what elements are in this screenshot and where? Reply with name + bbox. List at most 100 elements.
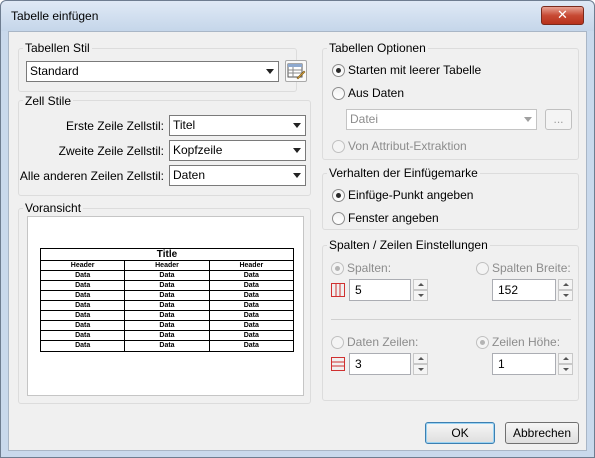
preview-data-cell: Data xyxy=(125,331,210,340)
preview-data-cell: Data xyxy=(125,311,210,320)
chevron-down-icon xyxy=(293,173,301,178)
preview-data-row: Data Data Data xyxy=(41,281,293,291)
spin-down-icon[interactable] xyxy=(413,364,428,375)
insertion-point-label[interactable]: Einfüge-Punkt angeben xyxy=(348,188,473,202)
spin-up-icon[interactable] xyxy=(558,279,573,290)
from-data-label[interactable]: Aus Daten xyxy=(348,86,404,100)
first-row-style-value: Titel xyxy=(173,118,196,132)
columns-value: 5 xyxy=(355,283,362,297)
preview-data-cell: Data xyxy=(41,341,126,351)
attribute-extraction-label[interactable]: Von Attribut-Extraktion xyxy=(348,139,467,153)
data-rows-radio[interactable] xyxy=(331,336,344,349)
insertion-behavior-group-label: Verhalten der Einfügemarke xyxy=(327,166,480,180)
data-rows-input[interactable]: 3 xyxy=(349,353,411,375)
spin-down-icon[interactable] xyxy=(413,290,428,301)
column-width-input[interactable]: 152 xyxy=(492,279,556,301)
column-width-label[interactable]: Spalten Breite: xyxy=(492,261,571,275)
preview-data-row: Data Data Data xyxy=(41,311,293,321)
column-width-radio[interactable] xyxy=(476,262,489,275)
other-rows-style-value: Daten xyxy=(173,168,206,182)
preview-data-row: Data Data Data xyxy=(41,321,293,331)
row-height-input[interactable]: 1 xyxy=(492,353,556,375)
cancel-button-label: Abbrechen xyxy=(512,426,572,440)
attribute-extraction-radio[interactable] xyxy=(332,140,345,153)
preview-data-cell: Data xyxy=(125,321,210,330)
preview-data-row: Data Data Data xyxy=(41,271,293,281)
table-options-group-label: Tabellen Optionen xyxy=(327,41,428,55)
spin-down-icon[interactable] xyxy=(558,364,573,375)
table-style-group-label: Tabellen Stil xyxy=(23,41,92,55)
data-file-combo[interactable]: Datei xyxy=(346,109,537,130)
columns-input[interactable]: 5 xyxy=(349,279,411,301)
column-width-value: 152 xyxy=(498,283,519,297)
data-rows-label[interactable]: Daten Zeilen: xyxy=(347,335,418,349)
preview-data-cell: Data xyxy=(41,291,126,300)
preview-data-cell: Data xyxy=(41,301,126,310)
browse-data-file-button[interactable]: ... xyxy=(545,109,572,130)
row-height-value: 1 xyxy=(498,357,505,371)
row-height-label[interactable]: Zeilen Höhe: xyxy=(492,335,560,349)
second-row-style-value: Kopfzeile xyxy=(173,143,223,157)
row-height-spinner[interactable] xyxy=(558,353,573,375)
ok-button-label: OK xyxy=(451,426,469,440)
spin-up-icon[interactable] xyxy=(413,279,428,290)
preview-data-cell: Data xyxy=(243,272,259,279)
preview-data-row: Data Data Data xyxy=(41,291,293,301)
spin-up-icon[interactable] xyxy=(558,353,573,364)
preview-data-cell: Data xyxy=(125,271,210,280)
other-rows-style-combo[interactable]: Daten xyxy=(169,165,306,186)
cell-styles-group-label: Zell Stile xyxy=(23,94,74,108)
table-style-editor-button[interactable] xyxy=(285,60,307,82)
preview-data-row: Data Data Data xyxy=(41,301,293,311)
preview-group-label: Voransicht xyxy=(23,201,84,215)
preview-data-cell: Data xyxy=(41,281,126,290)
dialog-window: Tabelle einfügen ✕ Tabellen Stil Standar… xyxy=(0,0,595,458)
close-icon: ✕ xyxy=(557,8,568,23)
columns-label[interactable]: Spalten: xyxy=(347,261,391,275)
preview-table: Title Header Header Header Data Data Data D… xyxy=(40,248,294,352)
first-row-style-combo[interactable]: Titel xyxy=(169,115,306,136)
data-rows-spinner[interactable] xyxy=(413,353,428,375)
row-height-radio[interactable] xyxy=(476,336,489,349)
chevron-down-icon xyxy=(293,148,301,153)
other-rows-style-label: Alle anderen Zeilen Zellstil: xyxy=(19,169,164,183)
preview-header-cell: Header xyxy=(41,261,126,270)
preview-header-cell: Header xyxy=(239,262,264,269)
cancel-button[interactable]: Abbrechen xyxy=(505,422,579,444)
window-radio[interactable] xyxy=(332,212,345,225)
from-data-radio[interactable] xyxy=(332,87,345,100)
preview-data-row: Data Data Data xyxy=(41,331,293,341)
preview-data-cell: Data xyxy=(243,302,259,309)
empty-table-label[interactable]: Starten mit leerer Tabelle xyxy=(348,63,481,77)
columns-radio[interactable] xyxy=(331,262,344,275)
preview-data-cell: Data xyxy=(243,342,259,349)
insertion-point-radio[interactable] xyxy=(332,189,345,202)
preview-title-cell: Title xyxy=(41,249,293,261)
chevron-down-icon xyxy=(293,123,301,128)
window-label[interactable]: Fenster angeben xyxy=(348,211,439,225)
table-preview: Title Header Header Header Data Data Data D… xyxy=(27,216,304,396)
column-width-spinner[interactable] xyxy=(558,279,573,301)
preview-header-cell: Header xyxy=(125,261,210,270)
table-style-combo[interactable]: Standard xyxy=(26,61,279,82)
columns-spinner[interactable] xyxy=(413,279,428,301)
spin-up-icon[interactable] xyxy=(413,353,428,364)
first-row-style-label: Erste Zeile Zellstil: xyxy=(65,119,164,133)
close-button[interactable]: ✕ xyxy=(541,6,584,25)
browse-button-label: ... xyxy=(553,112,564,126)
title-bar[interactable]: Tabelle einfügen ✕ xyxy=(1,1,594,31)
columns-icon xyxy=(331,283,345,297)
preview-data-cell: Data xyxy=(125,341,210,351)
preview-data-cell: Data xyxy=(41,311,126,320)
table-style-combo-value: Standard xyxy=(30,64,79,78)
divider xyxy=(331,319,571,320)
second-row-style-combo[interactable]: Kopfzeile xyxy=(169,140,306,161)
preview-data-cell: Data xyxy=(41,331,126,340)
empty-table-radio[interactable] xyxy=(332,64,345,77)
data-file-combo-value: Datei xyxy=(350,112,379,126)
spin-down-icon[interactable] xyxy=(558,290,573,301)
window-title: Tabelle einfügen xyxy=(11,9,99,23)
ok-button[interactable]: OK xyxy=(425,422,495,444)
preview-data-cell: Data xyxy=(41,321,126,330)
rows-icon xyxy=(331,357,345,371)
